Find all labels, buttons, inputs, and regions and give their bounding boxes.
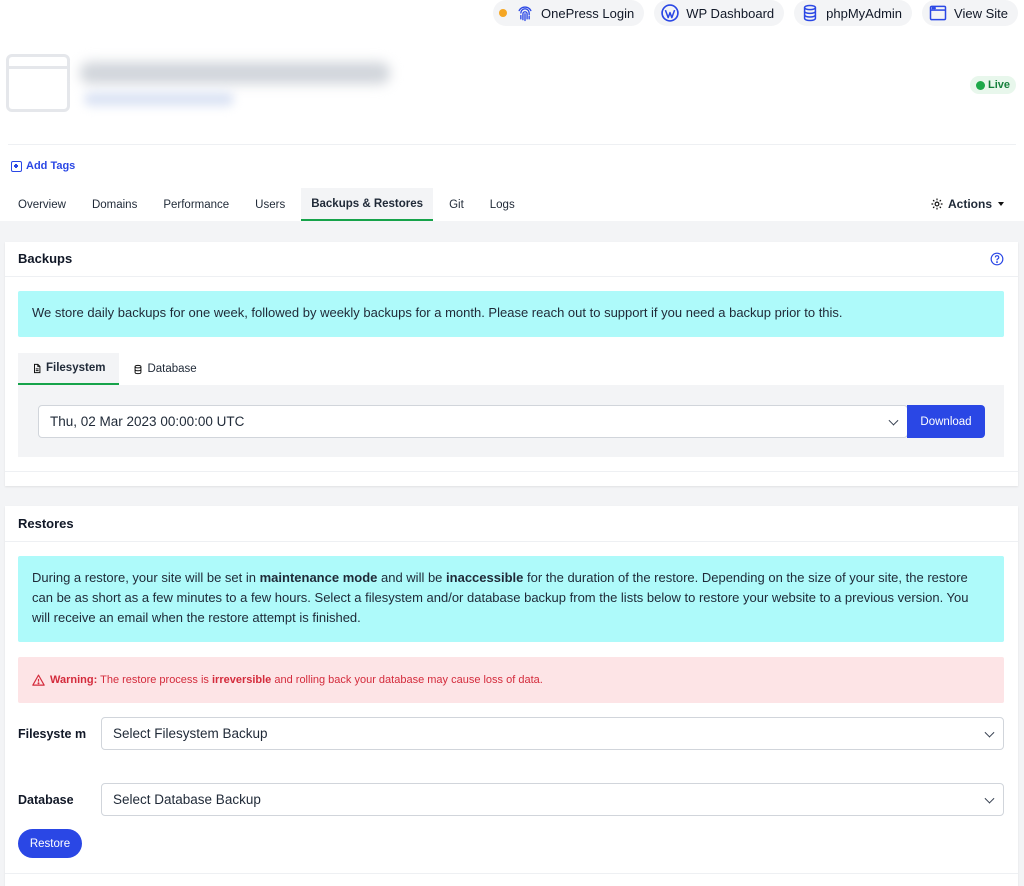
fingerprint-icon <box>518 6 532 22</box>
database-icon <box>135 364 142 374</box>
tab-users[interactable]: Users <box>245 188 295 221</box>
restores-info-alert: During a restore, your site will be set … <box>18 556 1004 642</box>
restore-button[interactable]: Restore <box>18 829 82 858</box>
plus-square-icon <box>11 160 22 172</box>
restore-warning-alert: Warning: The restore process is irrevers… <box>18 657 1004 703</box>
maintenance-mode-text: maintenance mode <box>259 570 378 585</box>
backup-type-tabs: Filesystem Database <box>18 353 211 385</box>
database-backup-select[interactable]: Select Database Backup <box>101 783 1004 816</box>
caret-down-icon <box>998 202 1004 206</box>
chevron-down-icon <box>984 727 995 738</box>
site-url-redacted <box>84 92 234 106</box>
add-tags-label: Add Tags <box>26 160 76 172</box>
onepress-login-label: OnePress Login <box>541 5 635 21</box>
restores-title: Restores <box>18 516 74 531</box>
warning-label: Warning: <box>50 674 98 686</box>
onepress-login-link[interactable]: OnePress Login <box>493 0 645 26</box>
chevron-down-icon <box>984 793 995 804</box>
restores-bottom-divider <box>5 873 1018 874</box>
site-thumbnail <box>6 54 70 112</box>
tab-domains[interactable]: Domains <box>82 188 147 221</box>
tab-logs[interactable]: Logs <box>480 188 525 221</box>
irreversible-text: irreversible <box>211 674 272 686</box>
status-dot <box>499 9 507 17</box>
phpmyadmin-link[interactable]: phpMyAdmin <box>794 0 913 26</box>
view-site-label: View Site <box>954 5 1008 21</box>
wordpress-icon <box>661 4 679 22</box>
site-tabs: Overview Domains Performance Users Backu… <box>8 188 531 221</box>
gear-icon <box>931 198 943 210</box>
backups-title: Backups <box>18 251 73 266</box>
browser-window-icon <box>929 5 947 21</box>
warning-text-1: The restore process is <box>97 674 212 686</box>
backups-divider <box>5 276 1018 277</box>
restores-card: Restores During a restore, your site wil… <box>5 506 1018 886</box>
database-backup-placeholder: Select Database Backup <box>113 792 261 807</box>
download-button[interactable]: Download <box>907 405 985 438</box>
site-name-redacted <box>80 62 390 84</box>
tab-backups-restores[interactable]: Backups & Restores <box>301 188 434 221</box>
wp-dashboard-label: WP Dashboard <box>686 5 775 21</box>
inaccessible-text: inaccessible <box>446 570 524 585</box>
filesystem-field-label: Filesyste m <box>18 727 87 741</box>
filesystem-backup-placeholder: Select Filesystem Backup <box>113 726 268 741</box>
warning-triangle-icon <box>32 674 45 686</box>
tab-database-label: Database <box>147 363 197 375</box>
backups-card: Backups We store daily backups for one w… <box>5 242 1018 486</box>
database-icon <box>803 4 817 22</box>
tab-git[interactable]: Git <box>439 188 474 221</box>
backup-date-select[interactable]: Thu, 02 Mar 2023 00:00:00 UTC <box>38 405 908 438</box>
filesystem-backup-select[interactable]: Select Filesystem Backup <box>101 717 1004 750</box>
status-badge-label: Live <box>987 79 1010 91</box>
backups-info-text: We store daily backups for one week, fol… <box>32 305 843 320</box>
tab-database[interactable]: Database <box>119 353 210 385</box>
header-divider <box>8 144 1016 145</box>
restores-divider <box>5 541 1018 542</box>
help-icon[interactable] <box>990 252 1004 266</box>
backups-bottom-divider <box>5 471 1018 472</box>
backup-date-value: Thu, 02 Mar 2023 00:00:00 UTC <box>50 414 245 429</box>
tab-filesystem[interactable]: Filesystem <box>18 353 120 385</box>
top-bar: OnePress Login WP Dashboard phpMyAdmin V… <box>0 0 1024 48</box>
restores-info-text-1: During a restore, your site will be set … <box>32 570 260 585</box>
wp-dashboard-link[interactable]: WP Dashboard <box>654 0 785 26</box>
phpmyadmin-label: phpMyAdmin <box>826 5 903 21</box>
live-indicator-icon <box>975 80 985 90</box>
view-site-link[interactable]: View Site <box>922 0 1018 26</box>
warning-text-2: and rolling back your database may cause… <box>271 674 543 686</box>
file-icon <box>34 363 41 373</box>
backup-selector-panel: Thu, 02 Mar 2023 00:00:00 UTC Download <box>18 385 1004 457</box>
tab-overview[interactable]: Overview <box>8 188 76 221</box>
backups-info-alert: We store daily backups for one week, fol… <box>18 291 1004 337</box>
add-tags-button[interactable]: Add Tags <box>11 160 75 172</box>
tab-performance[interactable]: Performance <box>153 188 239 221</box>
database-field-label: Database <box>18 793 74 807</box>
restores-info-text-2: and will be <box>377 570 447 585</box>
site-header: Live Add Tags Overview Domains Performan… <box>0 48 1024 221</box>
chevron-down-icon <box>888 415 899 426</box>
tab-filesystem-label: Filesystem <box>46 362 106 374</box>
actions-dropdown[interactable]: Actions <box>930 197 1004 211</box>
quick-links: OnePress Login WP Dashboard phpMyAdmin V… <box>493 0 1018 26</box>
actions-label: Actions <box>947 197 992 211</box>
status-badge: Live <box>969 76 1016 94</box>
